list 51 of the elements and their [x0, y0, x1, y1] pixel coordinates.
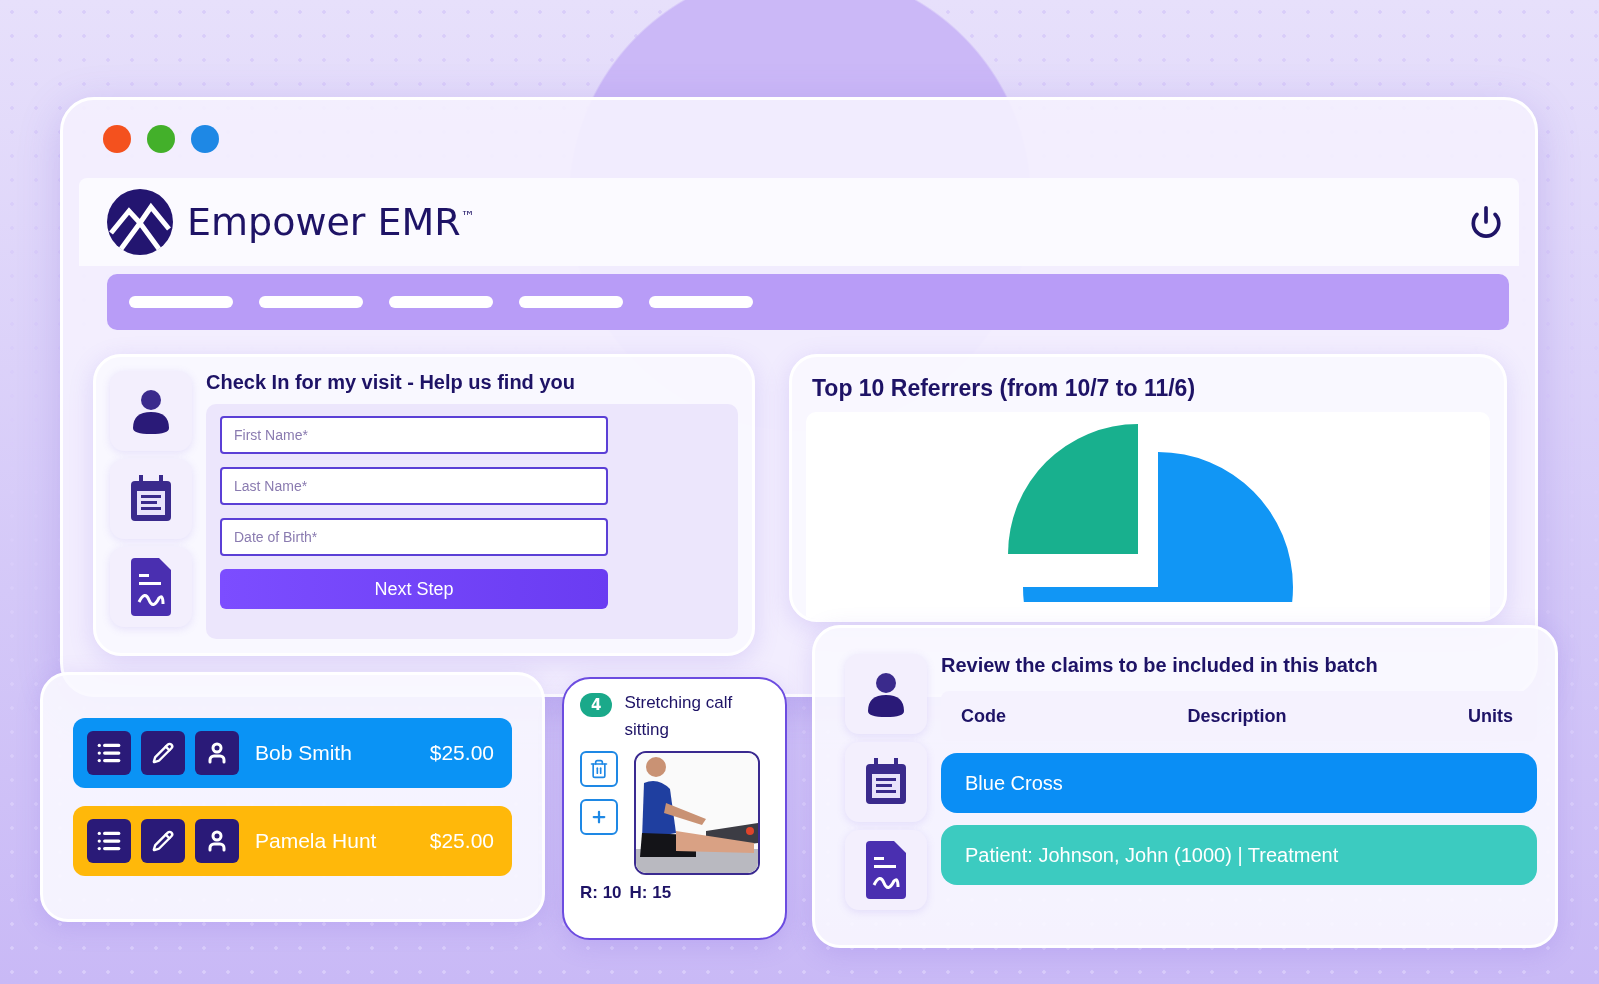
column-header: Code	[961, 705, 1006, 727]
signed-document-icon	[129, 558, 173, 616]
app-title: Empower EMR$^{™}$	[187, 200, 475, 244]
column-header: Description	[1187, 705, 1287, 727]
patient-row[interactable]: Pamela Hunt $25.00	[73, 806, 512, 876]
calendar-icon	[129, 475, 173, 523]
icon-tile[interactable]	[110, 371, 192, 451]
claim-row[interactable]: Blue Cross	[941, 753, 1537, 813]
card-title: Review the claims to be included in this batch	[941, 654, 1379, 677]
input-field[interactable]: First Name*	[220, 416, 608, 454]
icon-tile[interactable]	[845, 830, 927, 910]
patient-amount: $25.00	[429, 829, 494, 853]
pencil-icon	[152, 742, 174, 764]
exercise-number: 4	[580, 693, 613, 717]
next-step-button[interactable]: Next Step	[220, 569, 608, 609]
reps-label: R: 10	[580, 883, 622, 903]
hold-label: H: 15	[629, 883, 672, 903]
icon-tile[interactable]	[845, 742, 927, 822]
column-header: Units	[1468, 705, 1513, 727]
window-control[interactable]	[191, 125, 219, 153]
plus-icon	[590, 808, 608, 826]
list-button[interactable]	[87, 731, 131, 775]
icon-tile[interactable]	[110, 459, 192, 539]
profile-button[interactable]	[195, 731, 239, 775]
profile-button[interactable]	[195, 819, 239, 863]
delete-button[interactable]	[580, 751, 618, 787]
icon-tile[interactable]	[845, 654, 927, 734]
list-button[interactable]	[87, 819, 131, 863]
pencil-icon	[152, 830, 174, 852]
calendar-icon	[864, 758, 908, 806]
edit-button[interactable]	[141, 819, 185, 863]
power-icon[interactable]	[1469, 205, 1503, 239]
mountain-logo-icon	[107, 189, 173, 255]
input-field[interactable]: Date of Birth*	[220, 518, 608, 556]
patient-name: Pamela Hunt	[255, 829, 378, 853]
patient-row[interactable]: Bob Smith $25.00	[73, 718, 512, 788]
chart-title: Top 10 Referrers (from 10/7 to 11/6)	[811, 375, 1197, 402]
card-title: Check In for my visit - Help us find you	[206, 371, 576, 394]
input-field[interactable]: Last Name*	[220, 467, 608, 505]
patient-name: Bob Smith	[255, 741, 353, 765]
trash-icon	[589, 759, 609, 779]
add-button[interactable]	[580, 799, 618, 835]
patient-amount: $25.00	[429, 741, 494, 765]
window-control[interactable]	[103, 125, 131, 153]
claim-row[interactable]: Patient: Johnson, John (1000) | Treatment	[941, 825, 1537, 885]
person-icon	[131, 388, 171, 434]
exercise-title: Stretching calf sitting	[624, 692, 734, 741]
icon-tile[interactable]	[110, 547, 192, 627]
signed-document-icon	[864, 841, 908, 899]
person-icon	[866, 671, 906, 717]
edit-button[interactable]	[141, 731, 185, 775]
